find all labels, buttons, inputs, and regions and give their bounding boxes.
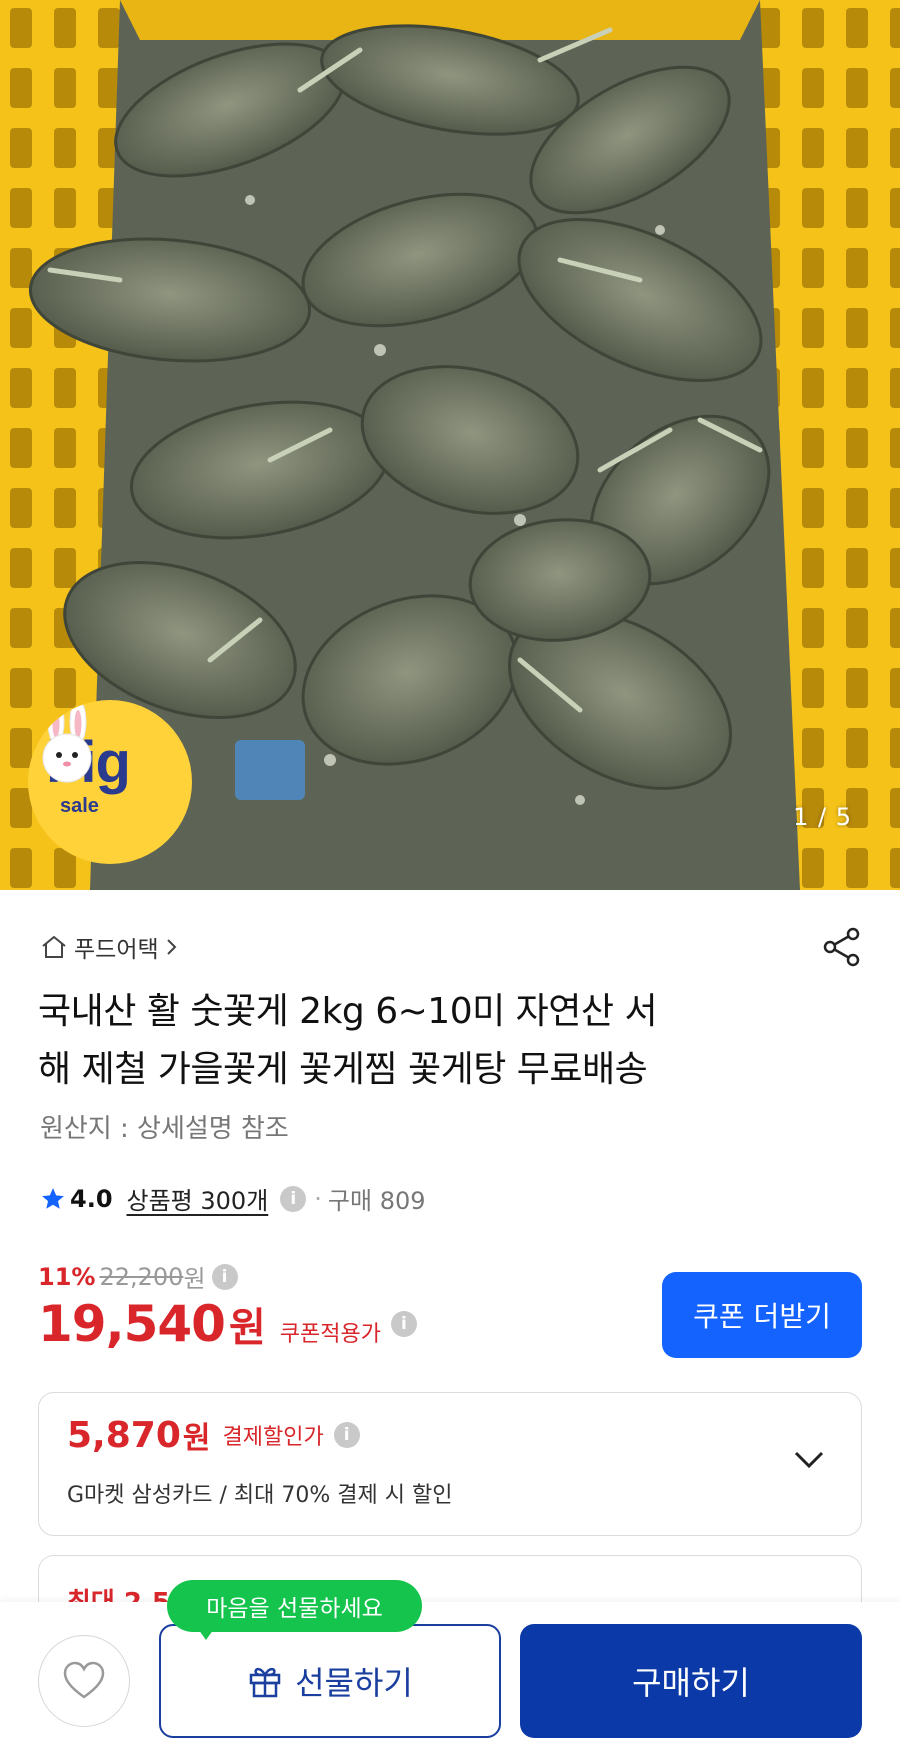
get-more-coupons-button[interactable]: 쿠폰 더받기: [662, 1272, 862, 1358]
heart-icon: [63, 1661, 105, 1699]
gift-tooltip: 마음을 선물하세요: [167, 1580, 422, 1632]
product-title-line-1: 국내산 활 숫꽃게 2kg 6~10미 자연산 서: [38, 991, 658, 1032]
original-price: 22,200: [99, 1262, 184, 1291]
product-image[interactable]: 1 / 5 big sale: [0, 0, 900, 890]
separator-dot: ·: [314, 1184, 322, 1213]
big-sale-badge: big sale: [28, 700, 192, 864]
original-price-row: 11% 22,200 원 i: [38, 1259, 238, 1294]
discount-rate: 11%: [38, 1262, 96, 1291]
payment-discount-description: G마켓 삼성카드 / 최대 70% 결제 시 할인: [67, 1483, 453, 1508]
wishlist-button[interactable]: [38, 1635, 130, 1727]
price-info-icon[interactable]: i: [211, 1263, 238, 1290]
current-price-row: 19,540 원 쿠폰적용가 i: [38, 1295, 417, 1353]
gift-button-label: 선물하기: [295, 1664, 413, 1702]
bottom-action-bar: 선물하기 구매하기: [0, 1602, 900, 1755]
payment-discount-price: 5,870: [67, 1414, 181, 1456]
coupon-applied-label: 쿠폰적용가: [279, 1322, 381, 1347]
current-price: 19,540: [38, 1295, 226, 1353]
rating-row: 4.0 상품평 300개 i · 구매 809: [40, 1181, 426, 1216]
home-icon: [42, 935, 66, 958]
star-icon: [42, 1187, 64, 1209]
gift-icon: [249, 1667, 281, 1698]
chevron-right-icon: [166, 939, 177, 955]
buy-button[interactable]: 구매하기: [520, 1624, 862, 1738]
chevron-down-icon[interactable]: [793, 1449, 825, 1471]
rating-score: 4.0: [70, 1184, 113, 1213]
purchase-count: 구매 809: [327, 1187, 426, 1215]
gift-tooltip-tail: [196, 1626, 216, 1640]
coupon-info-icon[interactable]: i: [390, 1311, 417, 1337]
product-title-line-2: 해 제철 가을꽃게 꽃게찜 꽃게탕 무료배송: [38, 1049, 648, 1090]
payment-discount-info-icon[interactable]: i: [333, 1422, 360, 1448]
bunny-icon: [42, 700, 92, 783]
image-counter: 1 / 5: [793, 803, 852, 831]
current-price-currency: 원: [228, 1305, 266, 1351]
payment-discount-card[interactable]: 5,870 원 결제할인가 i G마켓 삼성카드 / 최대 70% 결제 시 할…: [38, 1392, 862, 1536]
share-icon[interactable]: [820, 925, 864, 969]
gift-button[interactable]: 선물하기: [159, 1624, 501, 1738]
seller-link[interactable]: 푸드어택: [40, 930, 179, 964]
payment-discount-label: 결제할인가: [222, 1425, 324, 1450]
origin-info: 원산지 : 상세설명 참조: [40, 1114, 289, 1144]
product-title: 국내산 활 숫꽃게 2kg 6~10미 자연산 서 해 제철 가을꽃게 꽃게찜 …: [38, 983, 828, 1099]
review-info-icon[interactable]: i: [280, 1185, 307, 1212]
payment-discount-amount-row: 5,870 원 결제할인가 i: [67, 1413, 360, 1457]
badge-sale-text: sale: [60, 795, 99, 817]
seller-name: 푸드어택: [74, 937, 159, 963]
review-count-link[interactable]: 상품평 300개: [127, 1181, 269, 1216]
original-price-currency: 원: [183, 1265, 206, 1293]
payment-discount-currency: 원: [182, 1421, 211, 1456]
